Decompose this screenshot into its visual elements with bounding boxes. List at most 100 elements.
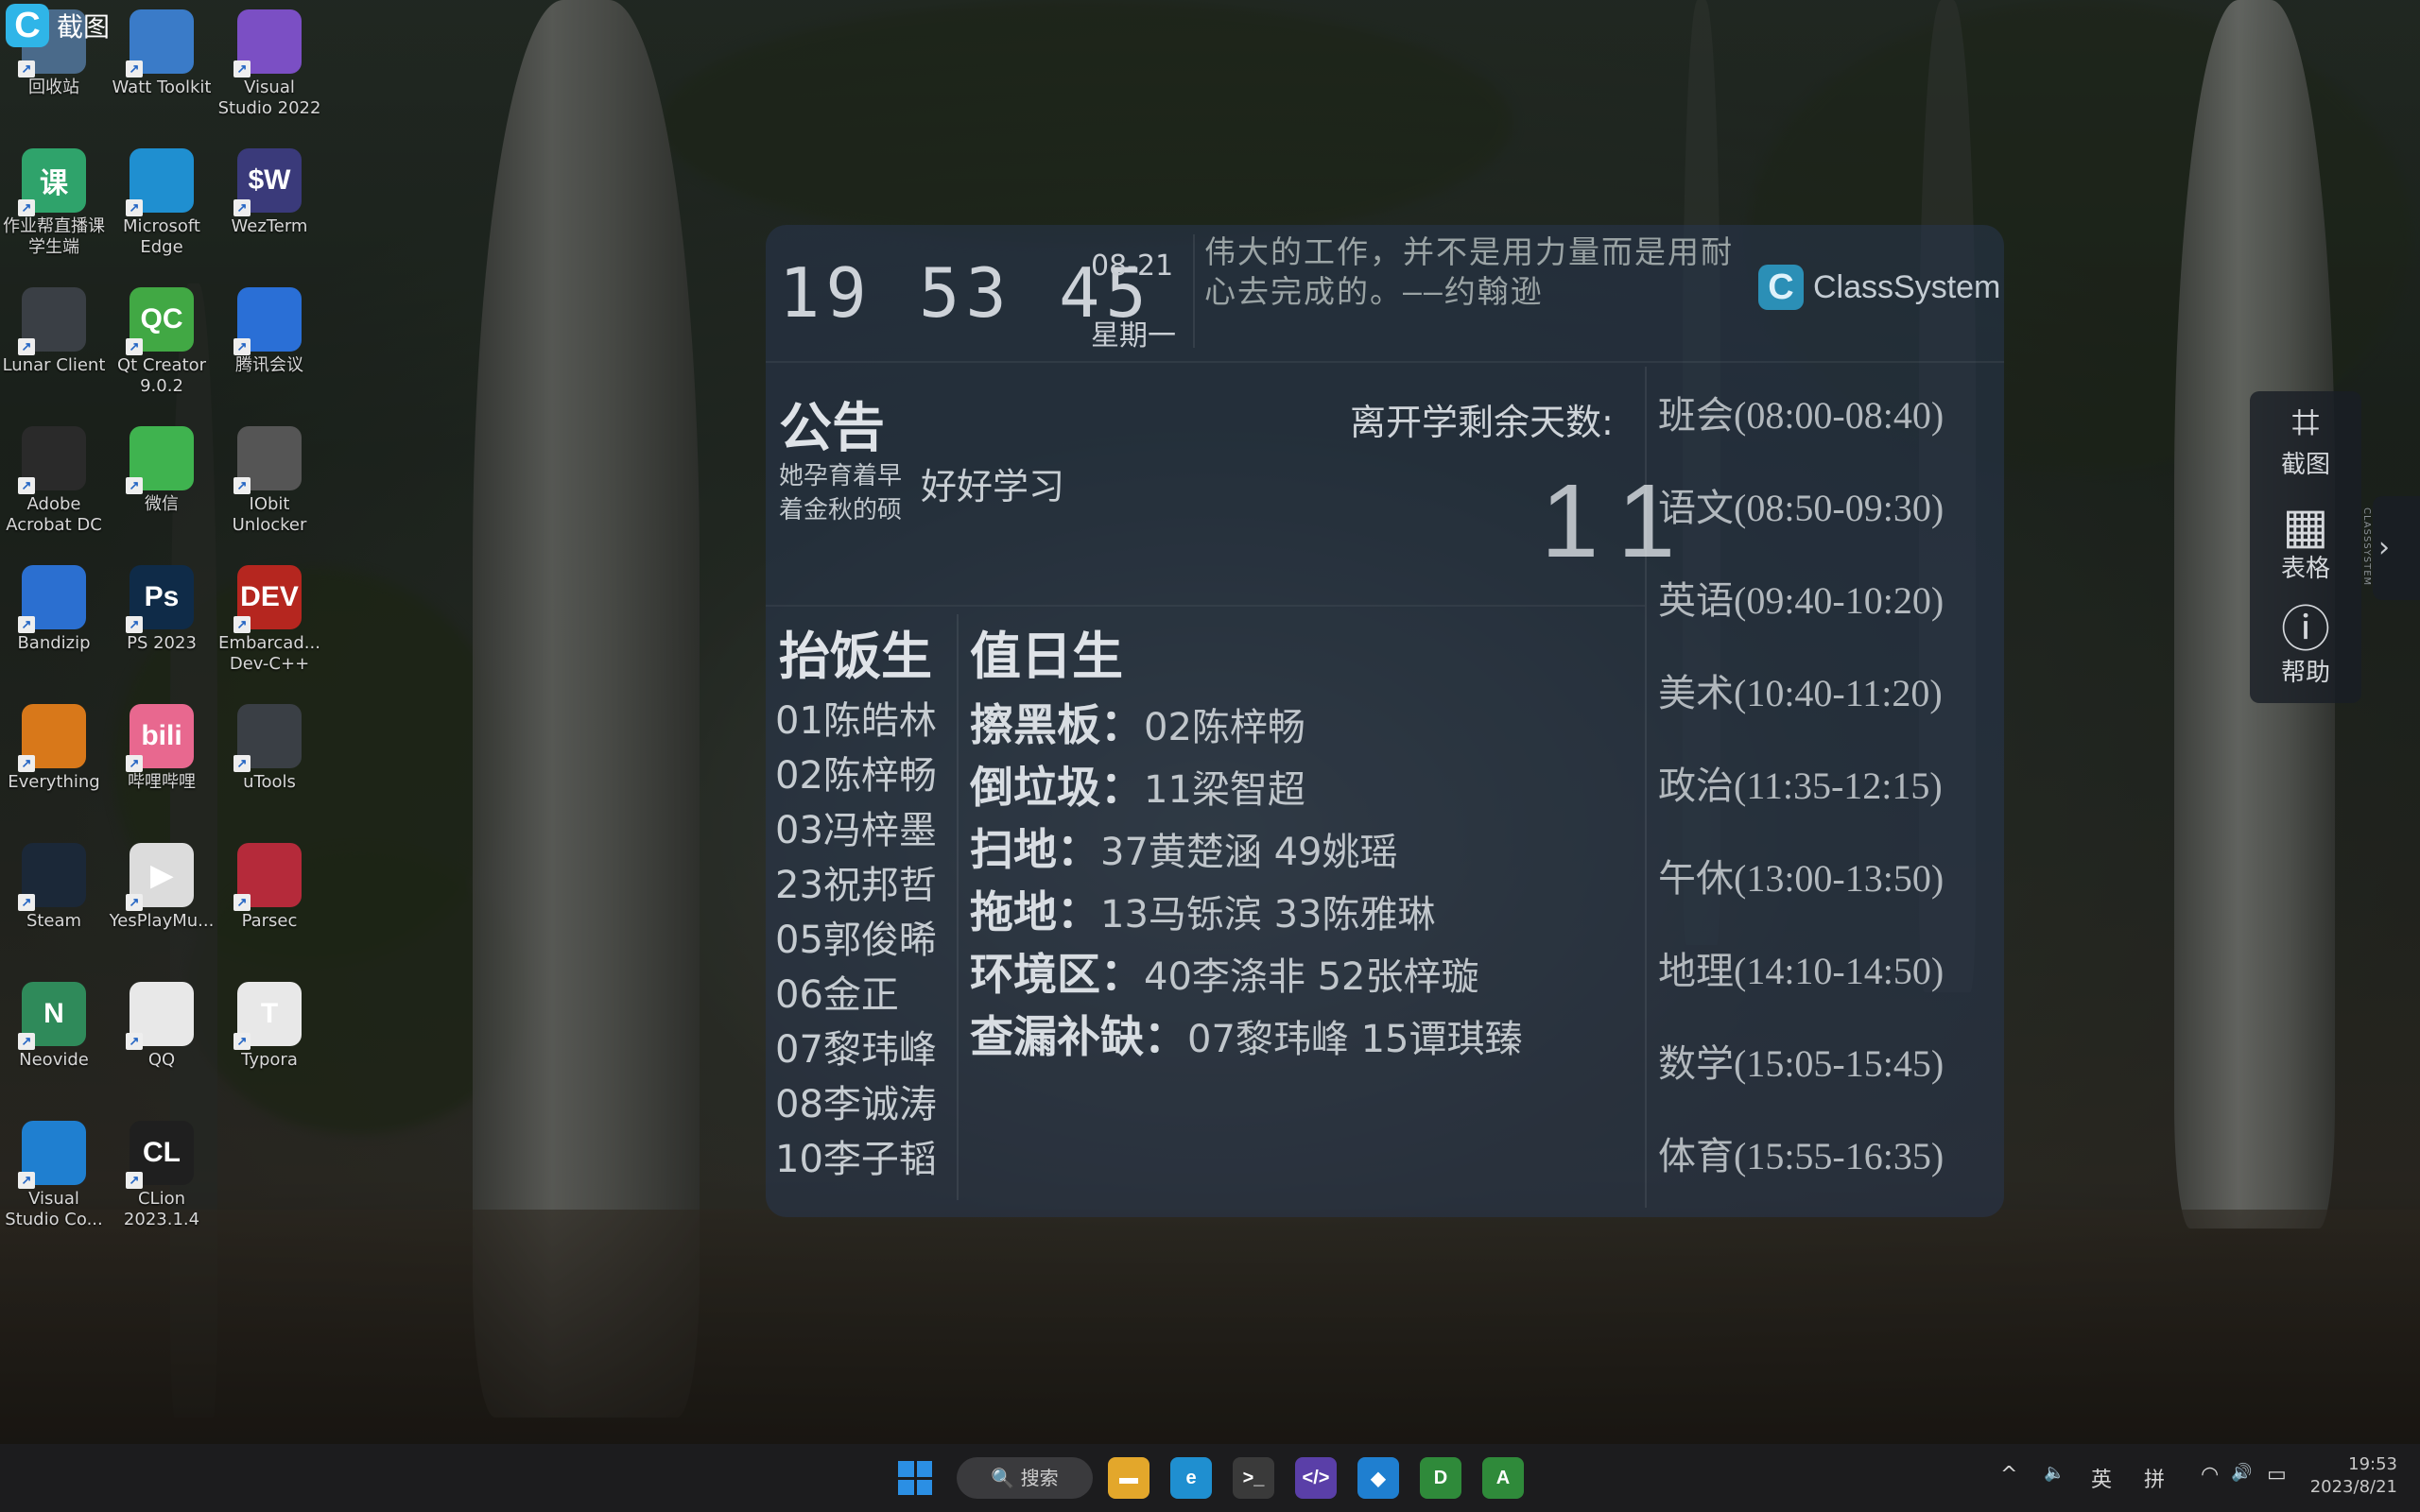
meal-duty-student: 05郭俊晞 [775, 919, 937, 962]
middle-divider [766, 605, 1645, 607]
desktop-icon[interactable]: ↗ Microsoft Edge [108, 139, 216, 258]
shortcut-arrow-icon: ↗ [233, 199, 251, 216]
desktop-icon[interactable]: 课 ↗ 作业帮直播课学生端 [0, 139, 108, 258]
taskbar-app-app-d[interactable]: D [1420, 1457, 1461, 1499]
duty-names: 11梁智超 [1144, 768, 1305, 812]
shortcut-arrow-icon: ↗ [233, 477, 251, 494]
taskbar: 🔍 搜索 ▬ e >_ </> ◆ D A ^ 🔈 英 拼 ◠ 🔊 ▭ 19:53 2023… [0, 1444, 2420, 1512]
desktop-icon-label: Visual Studio Co... [5, 1189, 103, 1229]
meal-duty-student: 10李子韬 [775, 1138, 937, 1181]
taskbar-app-app-a[interactable]: A [1482, 1457, 1524, 1499]
taskbar-clock[interactable]: 19:53 2023/8/21 [2310, 1453, 2397, 1499]
desktop-icon[interactable]: ↗ 腾讯会议 [216, 278, 323, 376]
duty-row: 查漏补缺：07黎玮峰 15谭琪臻 [970, 1005, 1523, 1068]
start-button[interactable] [898, 1461, 932, 1495]
duty-names: 07黎玮峰 15谭琪臻 [1187, 1018, 1523, 1061]
desktop-icon-label: WezTerm [231, 216, 308, 236]
screenshot-tool-label: 截图 [57, 11, 111, 43]
header-divider [766, 361, 2004, 363]
shortcut-arrow-icon: ↗ [126, 894, 143, 911]
meal-duty-student: 07黎玮峰 [775, 1028, 937, 1072]
input-language-indicator[interactable]: 英 [2091, 1463, 2112, 1493]
duty-role: 扫地： [970, 824, 1100, 875]
shortcut-arrow-icon: ↗ [126, 338, 143, 355]
screenshot-tool-badge[interactable]: C 截图 [6, 4, 110, 47]
wifi-icon[interactable]: ◠ [2201, 1463, 2219, 1486]
meal-duty-student: 06金正 [775, 973, 899, 1017]
shortcut-arrow-icon: ↗ [18, 477, 35, 494]
meal-duty-student: 03冯梓墨 [775, 809, 937, 852]
classsystem-brand: C ClassSystem [1758, 265, 2000, 310]
desktop-icon[interactable]: ↗ Everything [0, 695, 108, 793]
side-tab-label: CLASSSYSTEM [2361, 507, 2372, 587]
desktop-icon[interactable]: $W ↗ WezTerm [216, 139, 323, 237]
volume-icon[interactable]: 🔊 [2231, 1463, 2252, 1483]
desktop-icon[interactable]: T ↗ Typora [216, 972, 323, 1071]
desktop-icon[interactable]: CL ↗ CLion 2023.1.4 [108, 1111, 216, 1230]
quote: 伟大的工作，并不是用力量而是用耐心去完成的。——约翰逊 [1204, 233, 1734, 310]
visual-studio-icon: ↗ [233, 9, 302, 77]
desktop-icon[interactable]: ▶ ↗ YesPlayMu... [108, 833, 216, 932]
desktop-icon[interactable]: bili ↗ 哔哩哔哩 [108, 695, 216, 793]
duty-names: 37黄楚涵 49姚瑶 [1100, 831, 1398, 874]
classsystem-side-tab[interactable]: › CLASSSYSTEM [2361, 496, 2420, 600]
desktop-icon[interactable]: Ps ↗ PS 2023 [108, 556, 216, 654]
desktop-icon[interactable]: N ↗ Neovide [0, 972, 108, 1071]
taskbar-app-edge[interactable]: e [1170, 1457, 1212, 1499]
desktop-icon[interactable]: ↗ QQ [108, 972, 216, 1071]
shortcut-arrow-icon: ↗ [126, 199, 143, 216]
icon-glyph: CL [143, 1137, 181, 1168]
desktop-icon[interactable]: ↗ Adobe Acrobat DC [0, 417, 108, 536]
desktop-icon-label: uTools [243, 772, 296, 792]
tray-volume-left-icon[interactable]: 🔈 [2044, 1463, 2065, 1483]
meal-duty-title: 抬饭生 [779, 627, 932, 686]
desktop-icon[interactable]: ↗ Bandizip [0, 556, 108, 654]
days-remaining-label: 离开学剩余天数: [1350, 402, 1614, 443]
desktop-icon-label: Visual Studio 2022 [217, 77, 321, 118]
meal-duty-list: 01陈皓林 02陈梓畅 03冯梓墨 23祝邦哲 05郭俊晞 06金正 07黎玮峰 08李诚涛 1… [775, 694, 937, 1187]
icon-glyph: N [43, 998, 64, 1029]
duty-role: 拖地： [970, 886, 1100, 937]
steam-icon: ↗ [18, 843, 86, 911]
desktop-icon[interactable]: ↗ Visual Studio Co... [0, 1111, 108, 1230]
taskbar-search[interactable]: 🔍 搜索 [957, 1457, 1093, 1499]
desktop-icon[interactable]: ↗ uTools [216, 695, 323, 793]
desktop-icon[interactable]: ↗ 微信 [108, 417, 216, 515]
desktop-icon-label: Microsoft Edge [123, 216, 200, 257]
schedule-item: 语文(08:50-09:30) [1658, 487, 1945, 529]
typora-icon: T ↗ [233, 982, 302, 1050]
desktop-icon-label: 微信 [145, 494, 179, 514]
taskbar-app-devtoys[interactable]: </> [1295, 1457, 1337, 1499]
input-method-indicator[interactable]: 拼 [2144, 1463, 2165, 1493]
shortcut-arrow-icon: ↗ [233, 616, 251, 633]
watt-toolkit-icon: ↗ [126, 9, 194, 77]
desktop-icon[interactable]: ↗ IObit Unlocker [216, 417, 323, 536]
toolbar-crop-button[interactable]: ⌗ 截图 [2250, 391, 2361, 495]
shortcut-arrow-icon: ↗ [126, 60, 143, 77]
taskbar-app-file-explorer[interactable]: ▬ [1108, 1457, 1150, 1499]
taskbar-app-vscode[interactable]: ◆ [1357, 1457, 1399, 1499]
icon-glyph: DEV [240, 581, 299, 612]
desktop-icon-label: Adobe Acrobat DC [6, 494, 102, 535]
schedule-item: 班会(08:00-08:40) [1658, 394, 1945, 437]
battery-icon[interactable]: ▭ [2267, 1463, 2287, 1486]
desktop-icon[interactable]: ↗ Lunar Client [0, 278, 108, 376]
devcpp-icon: DEV ↗ [233, 565, 302, 633]
desktop-icon[interactable]: ↗ Parsec [216, 833, 323, 932]
desktop-icon[interactable]: ↗ Visual Studio 2022 [216, 0, 323, 119]
shortcut-arrow-icon: ↗ [18, 338, 35, 355]
toolbar-info-button[interactable]: ⓘ 帮助 [2250, 599, 2361, 703]
desktop-icon-label: Embarcad... Dev-C++ [218, 633, 320, 674]
desktop-icon[interactable]: ↗ Watt Toolkit [108, 0, 216, 98]
tray-overflow-chevron-icon[interactable]: ^ [2000, 1463, 2017, 1486]
desktop-icon[interactable]: ↗ Steam [0, 833, 108, 932]
shortcut-arrow-icon: ↗ [18, 755, 35, 772]
schedule-item: 午休(13:00-13:50) [1658, 857, 1945, 900]
desktop-icon[interactable]: QC ↗ Qt Creator 9.0.2 [108, 278, 216, 397]
desktop-icon[interactable]: DEV ↗ Embarcad... Dev-C++ [216, 556, 323, 675]
classsystem-brand-name: ClassSystem [1813, 268, 2001, 305]
desktop-icons: ↗ 回收站 ↗ Watt Toolkit ↗ Visual Studio 2022 课 ↗ 作业… [0, 0, 320, 1436]
crop-icon: ⌗ [2291, 394, 2320, 451]
classsystem-logo-icon: C [1758, 265, 1804, 310]
taskbar-app-terminal[interactable]: >_ [1233, 1457, 1274, 1499]
